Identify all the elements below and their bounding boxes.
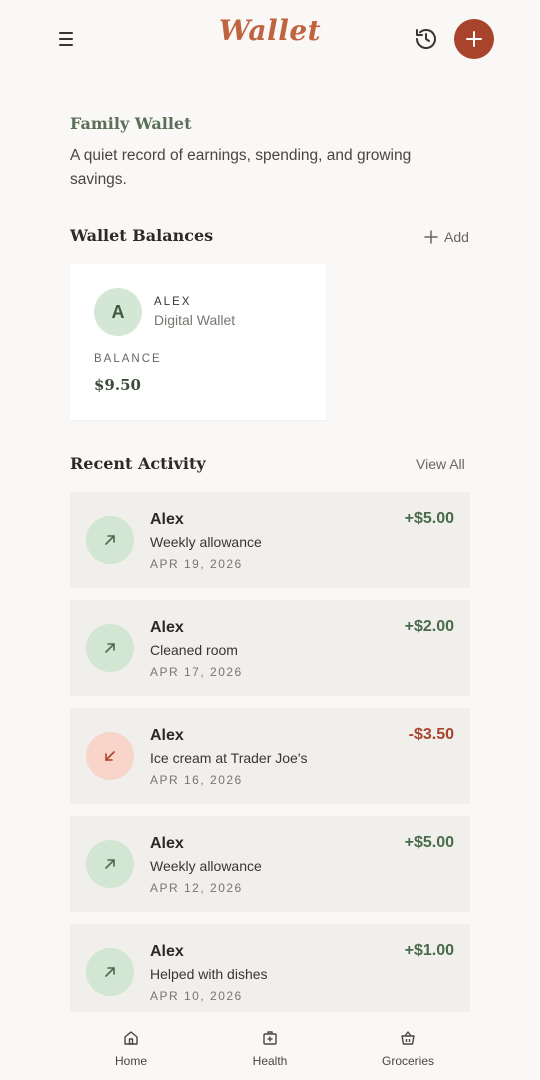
transaction-name: Alex [150,835,184,852]
transaction-name: Alex [150,943,184,960]
plus-icon [424,230,438,244]
nav-label-groceries: Groceries [381,1054,434,1068]
transaction-row[interactable]: Alex Weekly allowance APR 12, 2026 +$5.0… [70,816,470,912]
transaction-amount: +$1.00 [404,942,454,959]
plus-icon [466,31,482,47]
nav-label-home: Home [114,1054,147,1068]
transaction-date: APR 17, 2026 [150,665,243,679]
transaction-name: Alex [150,511,184,528]
transaction-amount: +$5.00 [404,834,454,851]
basket-icon [401,1031,415,1045]
account-name: ALEX [154,296,192,308]
add-wallet-label: Add [444,229,469,245]
nav-item-groceries[interactable]: Groceries [348,1012,468,1080]
transaction-date: APR 12, 2026 [150,881,243,895]
transaction-description: Ice cream at Trader Joe's [150,750,308,766]
account-type: Digital Wallet [154,312,236,328]
transaction-description: Helped with dishes [150,966,268,982]
bottom-nav: Home Health Groceries [0,1012,540,1080]
transaction-row[interactable]: Alex Weekly allowance APR 19, 2026 +$5.0… [70,492,470,588]
transaction-date: APR 10, 2026 [150,989,243,1003]
transaction-description: Weekly allowance [150,858,262,874]
transaction-amount: +$5.00 [404,510,454,527]
wallet-balance-card[interactable]: A ALEX Digital Wallet BALANCE $9.50 [70,264,326,420]
wallet-title: Family Wallet [70,114,192,133]
app-header: Wallet [0,0,540,78]
transaction-row[interactable]: Alex Helped with dishes APR 10, 2026 +$1… [70,924,470,1020]
transaction-description: Cleaned room [150,642,238,658]
transaction-amount: +$2.00 [404,618,454,635]
balances-section-title: Wallet Balances [70,226,214,245]
transaction-name: Alex [150,727,184,744]
balance-value: $9.50 [94,376,141,394]
arrow-down-left-icon [86,732,134,780]
nav-label-health: Health [252,1054,288,1068]
add-transaction-button[interactable] [454,19,494,59]
nav-item-home[interactable]: Home [71,1012,191,1080]
balance-label: BALANCE [94,353,162,365]
nav-item-health[interactable]: Health [210,1012,330,1080]
wallet-description: A quiet record of earnings, spending, an… [70,147,412,188]
transaction-row[interactable]: Alex Cleaned room APR 17, 2026 +$2.00 [70,600,470,696]
home-icon [124,1031,138,1045]
transaction-date: APR 16, 2026 [150,773,243,787]
add-wallet-button[interactable]: Add [424,229,469,245]
transaction-amount: -$3.50 [408,726,454,743]
arrow-up-right-icon [86,516,134,564]
transaction-date: APR 19, 2026 [150,557,243,571]
health-icon [263,1031,277,1045]
transaction-row[interactable]: Alex Ice cream at Trader Joe's APR 16, 2… [70,708,470,804]
history-icon[interactable] [414,27,438,51]
avatar: A [94,288,142,336]
activity-section-title: Recent Activity [70,454,206,473]
arrow-up-right-icon [86,840,134,888]
view-all-link[interactable]: View All [416,456,465,472]
transaction-description: Weekly allowance [150,534,262,550]
arrow-up-right-icon [86,624,134,672]
arrow-up-right-icon [86,948,134,996]
transaction-name: Alex [150,619,184,636]
